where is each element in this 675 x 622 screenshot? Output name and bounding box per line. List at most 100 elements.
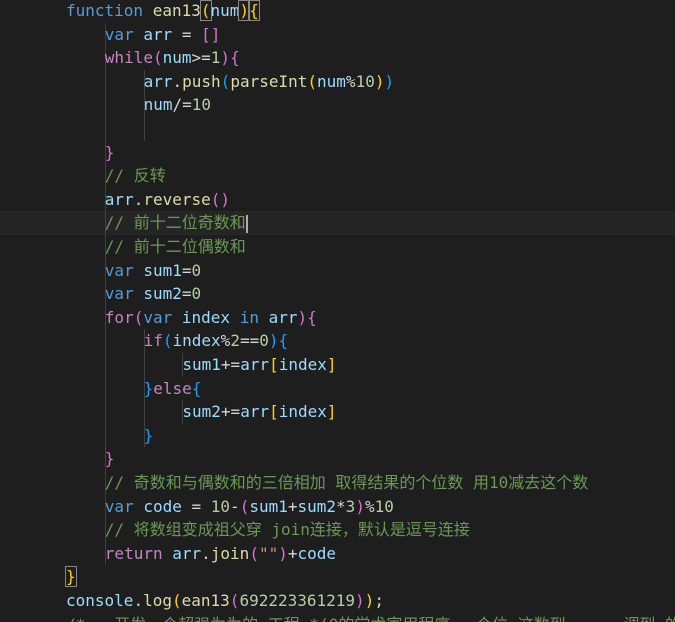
code-line[interactable]: var arr = [] bbox=[0, 22, 675, 47]
code-token: ] bbox=[326, 402, 337, 422]
code-text: sum1+=arr[index] bbox=[182, 353, 336, 377]
code-line[interactable]: } bbox=[0, 423, 675, 448]
code-token: += bbox=[220, 402, 241, 422]
code-token: index bbox=[181, 307, 231, 327]
code-line[interactable]: for(var index in arr){ bbox=[0, 305, 675, 330]
code-token: 1 bbox=[210, 48, 221, 68]
code-line[interactable]: var sum1=0 bbox=[0, 258, 675, 283]
code-token: num bbox=[317, 71, 346, 91]
code-token: >= bbox=[191, 48, 211, 68]
code-token: join bbox=[210, 543, 250, 563]
code-text: /* 开发一个超强为为的 工程 *(0的学术家用程序,一个位 这数到 ,,,,,… bbox=[66, 613, 675, 622]
code-token: { bbox=[191, 378, 202, 398]
code-line[interactable]: var sum2=0 bbox=[0, 282, 675, 306]
indent-guide bbox=[104, 117, 106, 141]
code-token: arr bbox=[240, 402, 270, 422]
code-line[interactable]: }else{ bbox=[0, 376, 675, 401]
code-token: sum2 bbox=[182, 402, 221, 422]
code-text: var code = 10-(sum1+sum2*3)%10 bbox=[105, 495, 394, 519]
code-line[interactable]: } bbox=[0, 565, 675, 589]
code-token: ( bbox=[152, 48, 163, 68]
code-text: while(num>=1){ bbox=[105, 46, 240, 70]
code-line[interactable]: // 反转 bbox=[0, 164, 675, 188]
code-token: return bbox=[104, 543, 163, 563]
code-token: while bbox=[104, 48, 153, 68]
code-token: index bbox=[278, 355, 327, 374]
code-token: parseInt bbox=[230, 71, 308, 91]
code-line[interactable]: // 前十二位偶数和 bbox=[0, 235, 675, 259]
code-line[interactable]: // 前十二位奇数和 bbox=[0, 211, 675, 235]
code-text: num/=10 bbox=[144, 93, 211, 117]
code-token: = bbox=[172, 24, 202, 44]
code-text: } bbox=[144, 424, 154, 448]
code-text: arr.reverse() bbox=[105, 188, 230, 212]
code-token: ( bbox=[220, 71, 231, 91]
code-token: arr bbox=[104, 189, 134, 209]
code-token: ( bbox=[249, 543, 259, 563]
code-token: num bbox=[210, 1, 240, 20]
code-line[interactable] bbox=[0, 117, 675, 141]
code-line[interactable]: function ean13(num){ bbox=[0, 0, 675, 23]
code-token: = bbox=[181, 284, 192, 304]
code-token: { bbox=[307, 307, 317, 327]
code-token: var bbox=[104, 284, 134, 304]
code-line[interactable]: num/=10 bbox=[0, 93, 675, 117]
code-editor[interactable]: function ean13(num){var arr = [] while(nu… bbox=[0, 0, 675, 622]
code-line[interactable]: sum1+=arr[index] bbox=[0, 353, 675, 377]
code-line[interactable]: arr.push(parseInt(num%10)) bbox=[0, 69, 675, 94]
code-token: 0 bbox=[191, 260, 202, 280]
code-line[interactable]: return arr.join("")+code bbox=[0, 541, 675, 566]
code-token: // 奇数和与偶数和的三倍相加 取得结果的个位数 用10减去这个数 bbox=[104, 473, 589, 492]
code-line[interactable]: sum2+=arr[index] bbox=[0, 400, 675, 424]
code-line[interactable]: } bbox=[0, 140, 675, 165]
code-text: var arr = [] bbox=[105, 23, 221, 47]
code-token: = bbox=[181, 496, 211, 516]
code-line[interactable]: console.log(ean13(692223361219)); bbox=[0, 589, 675, 613]
code-line[interactable]: if(index%2==0){ bbox=[0, 329, 675, 353]
code-token: 10 bbox=[355, 71, 375, 91]
text-cursor bbox=[245, 214, 248, 233]
code-line[interactable]: // 将数组变成祖父穿 join连接，默认是逗号连接 bbox=[0, 518, 675, 542]
code-text: function ean13(num){ bbox=[66, 0, 260, 23]
code-token: ) bbox=[355, 591, 365, 610]
code-token: sum1 bbox=[182, 355, 221, 374]
code-line[interactable]: // 奇数和与偶数和的三倍相加 取得结果的个位数 用10减去这个数 bbox=[0, 471, 675, 495]
code-token: arr bbox=[240, 355, 270, 374]
code-token: % bbox=[220, 331, 231, 351]
code-token: } bbox=[143, 425, 154, 445]
code-line[interactable]: while(num>=1){ bbox=[0, 46, 675, 70]
code-token: . bbox=[133, 591, 144, 610]
code-text: // 前十二位奇数和 bbox=[105, 211, 248, 235]
code-token: ean13 bbox=[181, 591, 230, 610]
indent-guide bbox=[104, 376, 106, 401]
code-token: sum1 bbox=[143, 260, 182, 280]
code-token: ) bbox=[278, 543, 288, 563]
code-token: /= bbox=[172, 95, 192, 115]
code-token: 2 bbox=[230, 331, 240, 351]
code-token: code bbox=[143, 496, 182, 516]
code-token: 0 bbox=[191, 284, 202, 304]
code-line[interactable]: arr.reverse() bbox=[0, 187, 675, 212]
code-token: code bbox=[297, 543, 337, 563]
indent-guide bbox=[104, 423, 106, 448]
code-token: ) bbox=[384, 71, 395, 91]
code-token: ( bbox=[239, 496, 250, 516]
code-line[interactable]: var code = 10-(sum1+sum2*3)%10 bbox=[0, 494, 675, 519]
code-token: [ bbox=[269, 402, 279, 422]
code-text: // 奇数和与偶数和的三倍相加 取得结果的个位数 用10减去这个数 bbox=[105, 471, 588, 495]
code-token: = bbox=[181, 260, 192, 280]
code-token: // 将数组变成祖父穿 join连接，默认是逗号连接 bbox=[104, 520, 470, 540]
code-line[interactable]: /* 开发一个超强为为的 工程 *(0的学术家用程序,一个位 这数到 ,,,,,… bbox=[0, 613, 675, 622]
code-token: } bbox=[104, 449, 115, 469]
code-token: // 反转 bbox=[104, 166, 166, 186]
code-token: ( bbox=[171, 591, 182, 610]
code-token: [] bbox=[201, 24, 221, 44]
code-text: arr.push(parseInt(num%10)) bbox=[144, 70, 395, 94]
code-line[interactable]: } bbox=[0, 447, 675, 471]
code-text: } bbox=[105, 447, 115, 471]
code-token: function bbox=[66, 1, 144, 20]
